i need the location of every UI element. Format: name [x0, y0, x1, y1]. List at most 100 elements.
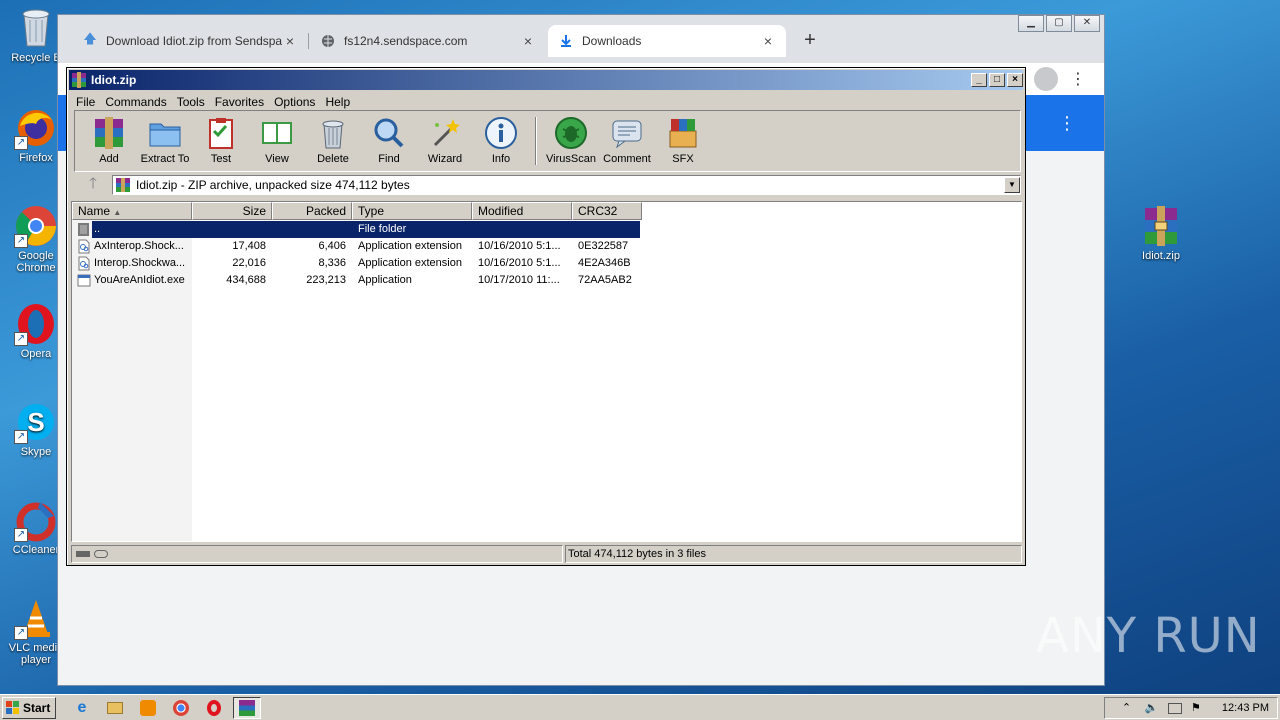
- dropdown-arrow-icon[interactable]: ▼: [1004, 177, 1020, 193]
- column-header-name[interactable]: Name ▲: [72, 202, 192, 220]
- show-hidden-icons-icon[interactable]: ⌃: [1122, 701, 1136, 715]
- toolbar-separator: [535, 117, 537, 165]
- media-player-icon: [140, 699, 156, 716]
- sfx-button[interactable]: SFX: [655, 111, 711, 171]
- column-header-size[interactable]: Size: [192, 202, 272, 220]
- minimize-button[interactable]: _: [971, 73, 987, 87]
- find-label: Find: [378, 153, 400, 165]
- file-size: 434,688: [226, 274, 266, 286]
- view-button[interactable]: View: [249, 111, 305, 171]
- chrome-icon: ↗: [14, 204, 58, 248]
- column-header-crc32[interactable]: CRC32: [572, 202, 642, 220]
- close-button[interactable]: ×: [1007, 73, 1023, 87]
- tab-close-icon[interactable]: ×: [520, 33, 536, 49]
- add-button[interactable]: Add: [81, 111, 137, 171]
- extract-to-label: Extract To: [140, 153, 190, 165]
- column-header-modified[interactable]: Modified: [472, 202, 572, 220]
- column-header-packed[interactable]: Packed: [272, 202, 352, 220]
- taskbar-explorer[interactable]: [101, 697, 129, 719]
- volume-icon[interactable]: 🔈: [1145, 701, 1159, 715]
- file-crc: 4E2A346B: [578, 257, 631, 269]
- tab-sendspace-download[interactable]: 🡅 Download Idiot.zip from Sendspace.c ×: [72, 25, 308, 57]
- maximize-button[interactable]: ▢: [1046, 15, 1072, 32]
- menu-file[interactable]: File: [71, 95, 100, 109]
- taskbar-opera[interactable]: [200, 697, 228, 719]
- info-button[interactable]: Info: [473, 111, 529, 171]
- tab-close-icon[interactable]: ×: [760, 33, 776, 49]
- tab-close-icon[interactable]: ×: [282, 33, 298, 49]
- winrar-window: Idiot.zip _ □ × File Commands Tools Favo…: [66, 67, 1026, 566]
- shortcut-arrow-icon: ↗: [14, 234, 28, 248]
- file-size: 17,408: [232, 240, 266, 252]
- new-tab-button[interactable]: +: [798, 29, 822, 53]
- table-row[interactable]: YouAreAnIdiot.exe 434,688 223,213 Applic…: [72, 272, 1021, 289]
- winrar-archive-icon: [1139, 204, 1183, 248]
- desktop-icon-label: Idiot.zip: [1142, 250, 1180, 262]
- download-icon: [558, 33, 574, 49]
- close-button[interactable]: ✕: [1074, 15, 1100, 32]
- test-button[interactable]: Test: [193, 111, 249, 171]
- dll-file-icon: [77, 256, 91, 271]
- network-icon[interactable]: [1167, 702, 1182, 714]
- magic-wand-icon: [427, 115, 463, 151]
- more-menu-icon[interactable]: ⋮: [1070, 69, 1086, 89]
- winrar-menu-bar: File Commands Tools Favorites Options He…: [67, 92, 1025, 112]
- tab-title: Downloads: [582, 34, 642, 48]
- tab-downloads[interactable]: Downloads ×: [548, 25, 786, 57]
- ie-icon: e: [77, 698, 87, 716]
- svg-text:S: S: [27, 407, 44, 437]
- chrome-icon: [173, 699, 189, 716]
- virusscan-button[interactable]: VirusScan: [543, 111, 599, 171]
- file-modified: 10/16/2010 5:1...: [478, 257, 561, 269]
- find-button[interactable]: Find: [361, 111, 417, 171]
- menu-help[interactable]: Help: [320, 95, 355, 109]
- minimize-button[interactable]: ▁: [1018, 15, 1044, 32]
- file-type: Application: [358, 274, 412, 286]
- table-row[interactable]: Interop.Shockwa... 22,016 8,336 Applicat…: [72, 255, 1021, 272]
- comment-icon: [609, 115, 645, 151]
- winrar-toolbar: Add Extract To Test View Delete Find Wiz…: [74, 110, 1021, 172]
- menu-favorites[interactable]: Favorites: [210, 95, 269, 109]
- shortcut-arrow-icon: ↗: [14, 626, 28, 640]
- taskbar-chrome[interactable]: [167, 697, 195, 719]
- status-bar: Total 474,112 bytes in 3 files: [71, 545, 1022, 563]
- maximize-button[interactable]: □: [989, 73, 1005, 87]
- profile-avatar-icon[interactable]: [1034, 67, 1058, 91]
- info-label: Info: [491, 153, 511, 165]
- up-arrow-icon[interactable]: 🡑: [74, 173, 112, 198]
- tab-sendspace-host[interactable]: fs12n4.sendspace.com ×: [310, 25, 546, 57]
- file-packed: 6,406: [318, 240, 346, 252]
- menu-options[interactable]: Options: [269, 95, 320, 109]
- tab-strip: 🡅 Download Idiot.zip from Sendspace.c × …: [58, 15, 1104, 63]
- column-header-label: Name: [78, 204, 111, 218]
- test-clipboard-icon: [203, 115, 239, 151]
- table-row-parent-folder[interactable]: .. File folder: [72, 221, 1021, 238]
- start-button[interactable]: Start: [2, 696, 56, 719]
- trash-icon: [315, 115, 351, 151]
- shortcut-arrow-icon: ↗: [14, 430, 28, 444]
- table-row[interactable]: AxInterop.Shock... 17,408 6,406 Applicat…: [72, 238, 1021, 255]
- key-icon[interactable]: [94, 550, 108, 558]
- menu-tools[interactable]: Tools: [172, 95, 210, 109]
- taskbar-winrar[interactable]: [233, 696, 261, 719]
- drive-icon[interactable]: [76, 551, 90, 557]
- flag-icon[interactable]: ⚑: [1191, 701, 1205, 715]
- taskbar-media-player[interactable]: [134, 697, 162, 719]
- file-type: File folder: [358, 223, 407, 235]
- folder-extract-icon: [147, 115, 183, 151]
- view-book-icon: [259, 115, 295, 151]
- menu-commands[interactable]: Commands: [100, 95, 171, 109]
- wizard-button[interactable]: Wizard: [417, 111, 473, 171]
- delete-button[interactable]: Delete: [305, 111, 361, 171]
- column-header-type[interactable]: Type: [352, 202, 472, 220]
- clock[interactable]: 12:43 PM: [1222, 702, 1269, 714]
- extract-to-button[interactable]: Extract To: [137, 111, 193, 171]
- comment-label: Comment: [603, 153, 651, 165]
- desktop-icon-idiot-zip[interactable]: Idiot.zip: [1125, 204, 1197, 262]
- address-field[interactable]: Idiot.zip - ZIP archive, unpacked size 4…: [112, 175, 1021, 195]
- file-packed: 8,336: [318, 257, 346, 269]
- more-actions-icon[interactable]: ⋮: [1058, 113, 1076, 134]
- taskbar-ie[interactable]: e: [68, 697, 96, 719]
- tab-title: Download Idiot.zip from Sendspace.c: [106, 34, 282, 48]
- comment-button[interactable]: Comment: [599, 111, 655, 171]
